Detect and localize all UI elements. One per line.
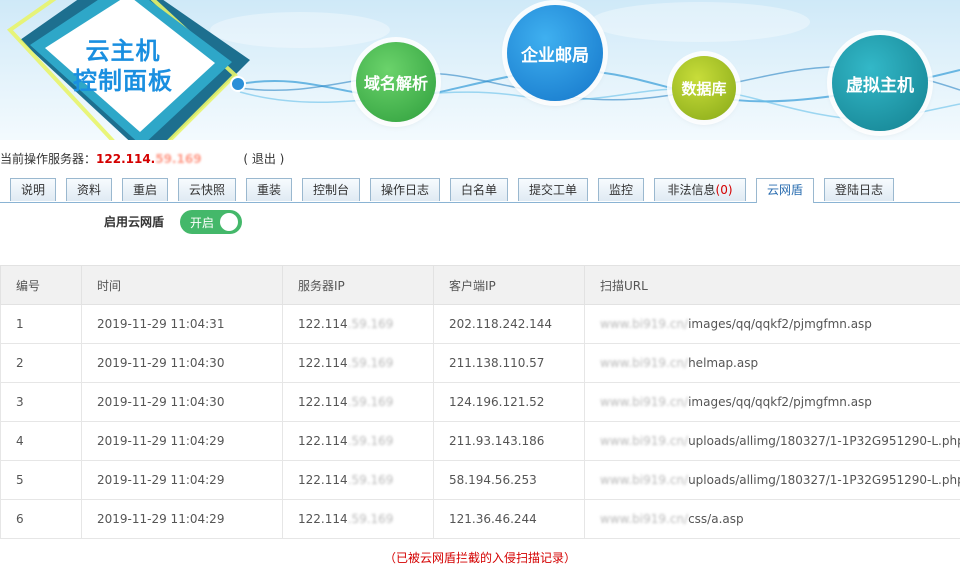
server-ip: 122.114. [96,152,156,166]
table-row: 3 2019-11-29 11:04:30 122.114.59.169 124… [0,382,960,422]
current-server: 当前操作服务器：122.114.59.169 ( 退出 ) [0,150,284,167]
tab-monitor[interactable]: 监控 [598,178,644,201]
cell-scan-url: www.bi919.cn/images/qq/qqkf2/pjmgfmn.asp [584,304,960,344]
cell-server-ip: 122.114.59.169 [282,460,434,500]
cell-server-ip: 122.114.59.169 [282,343,434,383]
cell-server-ip: 122.114.59.169 [282,382,434,422]
cell-id: 4 [0,421,82,461]
table-row: 1 2019-11-29 11:04:31 122.114.59.169 202… [0,304,960,344]
cell-scan-url: www.bi919.cn/css/a.asp [584,499,960,539]
cell-client-ip: 211.138.110.57 [433,343,585,383]
cell-time: 2019-11-29 11:04:29 [81,499,283,539]
col-id: 编号 [0,265,82,305]
cell-server-ip: 122.114.59.169 [282,304,434,344]
header-banner: 云主机 控制面板 域名解析 企业邮局 数据库 虚拟主机 [0,0,960,140]
cell-client-ip: 211.93.143.186 [433,421,585,461]
tab-illegal-info-label: 非法信息 [667,183,716,197]
cell-id: 3 [0,382,82,422]
shield-toggle[interactable]: 开启 [180,210,242,234]
col-scan-url: 扫描URL [584,265,960,305]
tab-console[interactable]: 控制台 [302,178,360,201]
tab-profile[interactable]: 资料 [66,178,112,201]
col-server-ip: 服务器IP [282,265,434,305]
logo-text: 云主机 控制面板 [48,36,198,96]
cell-time: 2019-11-29 11:04:30 [81,343,283,383]
table-row: 6 2019-11-29 11:04:29 122.114.59.169 121… [0,499,960,539]
logo-line2: 控制面板 [73,67,173,95]
cell-id: 6 [0,499,82,539]
tab-restart[interactable]: 重启 [122,178,168,201]
logo[interactable]: 云主机 控制面板 [0,0,260,140]
cell-client-ip: 58.194.56.253 [433,460,585,500]
tab-ticket[interactable]: 提交工单 [518,178,588,201]
table-row: 2 2019-11-29 11:04:30 122.114.59.169 211… [0,343,960,383]
nav-mail-button[interactable]: 企业邮局 [507,5,603,101]
tab-reinstall[interactable]: 重装 [246,178,292,201]
tab-whitelist[interactable]: 白名单 [450,178,508,201]
footer-note: （已被云网盾拦截的入侵扫描记录） [383,551,576,565]
toggle-knob [220,213,238,231]
tab-bar: 说明 资料 重启 云快照 重装 控制台 操作日志 白名单 提交工单 监控 非法信… [0,178,960,203]
cell-scan-url: www.bi919.cn/uploads/allimg/180327/1-1P3… [584,421,960,461]
col-client-ip: 客户端IP [433,265,585,305]
tab-intro[interactable]: 说明 [10,178,56,201]
cell-scan-url: www.bi919.cn/helmap.asp [584,343,960,383]
cell-time: 2019-11-29 11:04:31 [81,304,283,344]
tab-login-log[interactable]: 登陆日志 [824,178,894,201]
cell-time: 2019-11-29 11:04:29 [81,460,283,500]
cell-time: 2019-11-29 11:04:29 [81,421,283,461]
shield-label: 启用云网盾 [104,215,165,229]
logo-line1: 云主机 [85,37,161,65]
logout-link[interactable]: ( 退出 ) [243,152,284,166]
cell-id: 2 [0,343,82,383]
nav-vhost-button[interactable]: 虚拟主机 [832,35,928,131]
cell-client-ip: 121.36.46.244 [433,499,585,539]
table-header-row: 编号 时间 服务器IP 客户端IP 扫描URL [0,265,960,305]
server-ip-masked: 59.169 [155,152,202,166]
cell-scan-url: www.bi919.cn/images/qq/qqkf2/pjmgfmn.asp [584,382,960,422]
table-row: 5 2019-11-29 11:04:29 122.114.59.169 58.… [0,460,960,500]
cell-id: 5 [0,460,82,500]
cell-scan-url: www.bi919.cn/uploads/allimg/180327/1-1P3… [584,460,960,500]
table-row: 4 2019-11-29 11:04:29 122.114.59.169 211… [0,421,960,461]
server-label: 当前操作服务器： [0,152,97,166]
illegal-info-count: 0 [720,183,728,197]
cell-server-ip: 122.114.59.169 [282,499,434,539]
toggle-label: 开启 [190,216,215,230]
tab-operation-log[interactable]: 操作日志 [370,178,440,201]
cell-id: 1 [0,304,82,344]
cell-time: 2019-11-29 11:04:30 [81,382,283,422]
nav-dns-button[interactable]: 域名解析 [356,42,436,122]
col-time: 时间 [81,265,283,305]
intrusion-table: 编号 时间 服务器IP 客户端IP 扫描URL 1 2019-11-29 11:… [0,265,960,539]
cell-client-ip: 124.196.121.52 [433,382,585,422]
nav-database-button[interactable]: 数据库 [672,56,736,120]
tab-snapshot[interactable]: 云快照 [178,178,236,201]
tab-cloud-shield[interactable]: 云网盾 [756,178,814,203]
cell-client-ip: 202.118.242.144 [433,304,585,344]
cell-server-ip: 122.114.59.169 [282,421,434,461]
tab-illegal-info[interactable]: 非法信息(0) [654,178,746,201]
